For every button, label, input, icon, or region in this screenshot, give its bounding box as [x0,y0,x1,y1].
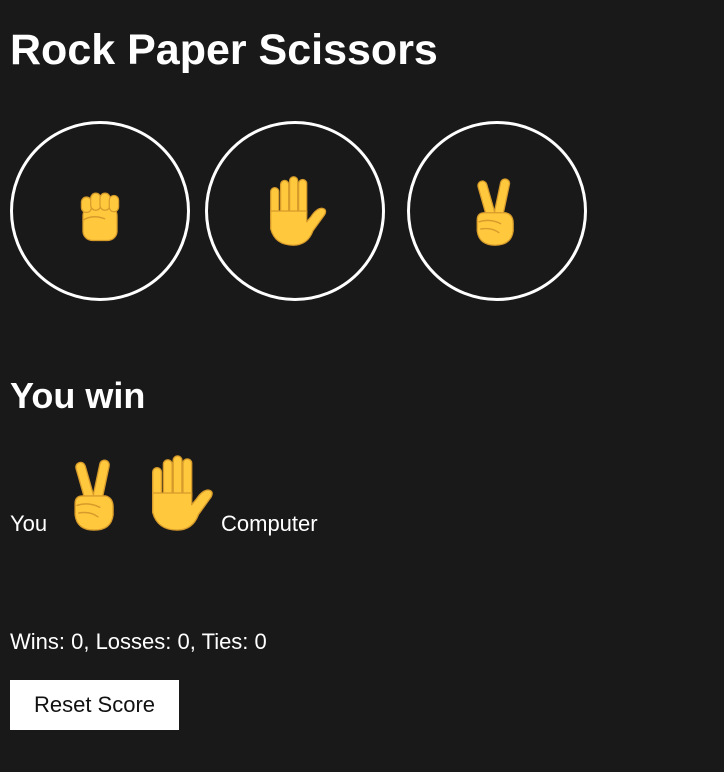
victory-hand-icon [476,177,514,246]
score-summary: Wins: 0, Losses: 0, Ties: 0 [10,629,267,654]
result-message: You win [10,375,146,416]
you-move-victory-hand-icon [73,458,114,531]
game-page: Rock Paper Scissors You win You Computer… [0,0,724,772]
page-title: Rock Paper Scissors [10,26,438,74]
paper-button[interactable] [205,121,385,301]
you-label: You [10,511,48,536]
raised-fist-icon [80,192,120,242]
rock-button[interactable] [10,121,190,301]
reset-score-button[interactable]: Reset Score [10,680,179,730]
computer-move-raised-hand-icon [151,455,213,531]
computer-label: Computer [221,511,318,536]
raised-hand-icon [270,176,327,246]
scissors-button[interactable] [407,121,587,301]
